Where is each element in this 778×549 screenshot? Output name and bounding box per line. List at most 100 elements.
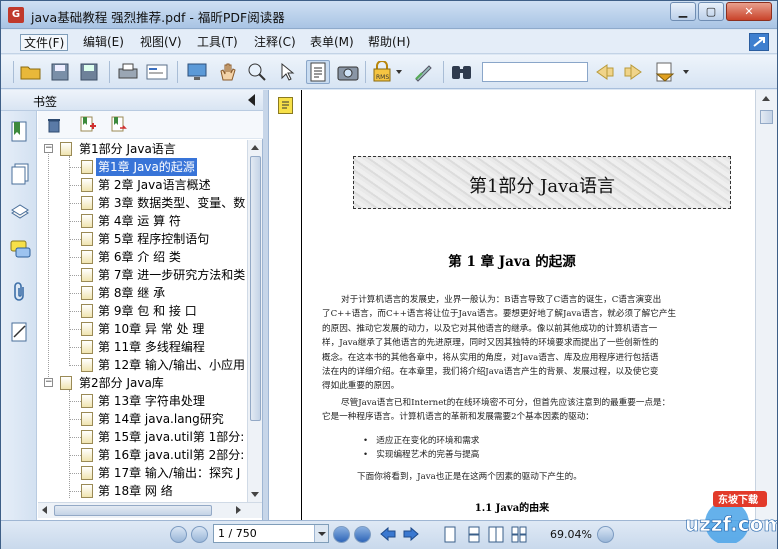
find-next-icon[interactable] <box>622 60 646 84</box>
bookmark-chapter-row[interactable]: 第 9章 包 和 接 口 <box>38 302 247 320</box>
menu-edit[interactable]: 编辑(E) <box>80 34 127 51</box>
previous-page-icon[interactable] <box>191 526 208 543</box>
note-annotation-icon[interactable] <box>278 97 293 114</box>
bookmarks-tab-icon[interactable] <box>10 121 30 143</box>
single-page-view-icon[interactable] <box>442 526 458 543</box>
print-icon[interactable] <box>116 60 140 84</box>
bookmark-label: 第 3章 数据类型、变量、数 <box>98 196 246 210</box>
bookmark-chapter-row[interactable]: 第 2章 Java语言概述 <box>38 176 247 194</box>
zoom-select-icon[interactable] <box>245 60 269 84</box>
fullscreen-toggle-icon[interactable] <box>749 33 769 51</box>
bookmark-tree: − 第1部分 Java语言 第1章 Java的起源第 2章 Java语言概述第 3章… <box>38 140 247 502</box>
scroll-thumb[interactable] <box>760 110 773 124</box>
rms-lock-icon[interactable]: RMS <box>370 60 394 84</box>
bookmark-icon <box>81 412 93 426</box>
chapter-title: 第 1 章 Java 的起源 <box>448 254 576 270</box>
delete-bookmark-icon[interactable] <box>47 117 61 136</box>
bookmark-chapter-row[interactable]: 第 11章 多线程编程 <box>38 338 247 356</box>
bookmark-chapter-row[interactable]: 第 17章 输入/输出：探究 J <box>38 464 247 482</box>
facing-view-icon[interactable] <box>488 526 504 543</box>
maximize-button[interactable]: ▢ <box>698 2 724 21</box>
zoom-out-icon[interactable] <box>597 526 614 543</box>
bookmark-chapter-row[interactable]: 第 15章 java.util第 1部分: <box>38 428 247 446</box>
save-icon[interactable] <box>48 60 72 84</box>
save-as-icon[interactable] <box>77 60 101 84</box>
next-page-icon[interactable] <box>333 526 350 543</box>
chevron-down-icon[interactable] <box>683 70 689 74</box>
scroll-left-arrow-icon[interactable] <box>42 506 47 514</box>
menu-file[interactable]: 文件(F) <box>20 34 69 51</box>
page-number-field[interactable]: 1 / 750 <box>213 524 329 543</box>
go-back-icon[interactable] <box>379 526 397 545</box>
add-bookmark-icon[interactable] <box>80 116 96 135</box>
attachments-tab-icon[interactable] <box>10 281 30 303</box>
scroll-thumb[interactable] <box>250 156 261 421</box>
bookmark-chapter-row[interactable]: 第 10章 异 常 处 理 <box>38 320 247 338</box>
document-view[interactable]: 第1部分 Java语言 第 1 章 Java 的起源 对于计算机语言的发展史，业… <box>269 90 755 520</box>
close-button[interactable]: ✕ <box>726 2 772 21</box>
bookmark-chapter-row[interactable]: 第 5章 程序控制语句 <box>38 230 247 248</box>
scroll-thumb[interactable] <box>54 505 212 516</box>
bookmark-chapter-row[interactable]: 第 13章 字符串处理 <box>38 392 247 410</box>
fullscreen-monitor-icon[interactable] <box>185 60 209 84</box>
select-text-icon[interactable] <box>306 60 330 84</box>
search-options-icon[interactable] <box>653 60 677 84</box>
first-page-icon[interactable] <box>170 526 187 543</box>
bookmark-chapter-row[interactable]: 第1章 Java的起源 <box>38 158 247 176</box>
last-page-icon[interactable] <box>354 526 371 543</box>
bookmark-chapter-row[interactable]: 第 8章 继 承 <box>38 284 247 302</box>
open-folder-icon[interactable] <box>19 60 43 84</box>
comments-tab-icon[interactable] <box>10 239 31 261</box>
scroll-down-arrow-icon[interactable] <box>251 492 259 497</box>
menu-view[interactable]: 视图(V) <box>137 34 185 51</box>
bookmark-chapter-row[interactable]: 第 12章 输入/输出、小应用 <box>38 356 247 374</box>
bookmark-vertical-scrollbar[interactable] <box>247 140 262 502</box>
zoom-level[interactable]: 69.04% <box>550 528 592 541</box>
minimize-button[interactable]: ▁ <box>670 2 696 21</box>
properties-icon[interactable] <box>145 60 169 84</box>
add-child-bookmark-icon[interactable] <box>111 116 127 135</box>
bookmark-part-row[interactable]: − 第2部分 Java库 <box>38 374 247 392</box>
bookmark-chapter-row[interactable]: 第 14章 java.lang研究 <box>38 410 247 428</box>
sign-pen-icon[interactable] <box>412 60 436 84</box>
bookmark-part-row[interactable]: − 第1部分 Java语言 <box>38 140 247 158</box>
continuous-facing-view-icon[interactable] <box>511 526 527 543</box>
scroll-right-arrow-icon[interactable] <box>236 506 241 514</box>
bookmark-label: 第1章 Java的起源 <box>96 158 197 176</box>
layers-tab-icon[interactable] <box>10 201 30 223</box>
find-previous-icon[interactable] <box>592 60 616 84</box>
bookmark-chapter-row[interactable]: 第 3章 数据类型、变量、数 <box>38 194 247 212</box>
menu-comment[interactable]: 注释(C) <box>251 34 299 51</box>
scroll-up-arrow-icon[interactable] <box>251 145 259 150</box>
bookmark-chapter-row[interactable]: 第 4章 运 算 符 <box>38 212 247 230</box>
collapse-panel-icon[interactable] <box>248 94 255 106</box>
bullet-item: • 适应正在变化的环境和需求 <box>363 436 480 446</box>
menu-form[interactable]: 表单(M) <box>307 34 357 51</box>
bookmark-chapter-row[interactable]: 第 6章 介 绍 类 <box>38 248 247 266</box>
bookmark-label: 第 7章 进一步研究方法和类 <box>98 268 246 282</box>
pages-tab-icon[interactable] <box>10 163 30 185</box>
bookmark-chapter-row[interactable]: 第 16章 java.util第 2部分: <box>38 446 247 464</box>
bookmark-label: 第 13章 字符串处理 <box>98 394 205 408</box>
chevron-down-icon[interactable] <box>314 525 328 542</box>
bookmark-label: 第 10章 异 常 处 理 <box>98 322 205 336</box>
go-forward-icon[interactable] <box>402 526 420 545</box>
menu-tools[interactable]: 工具(T) <box>194 34 241 51</box>
part-banner: 第1部分 Java语言 <box>353 156 731 209</box>
document-vertical-scrollbar[interactable] <box>755 90 777 520</box>
bookmark-chapter-row[interactable]: 第 7章 进一步研究方法和类 <box>38 266 247 284</box>
signatures-tab-icon[interactable] <box>10 321 30 343</box>
continuous-view-icon[interactable] <box>466 526 482 543</box>
bookmark-chapter-row[interactable]: 第 18章 网 络 <box>38 482 247 500</box>
snapshot-camera-icon[interactable] <box>336 60 360 84</box>
collapse-toggle-icon[interactable]: − <box>44 144 53 153</box>
scroll-up-arrow-icon[interactable] <box>762 96 770 101</box>
find-binoculars-icon[interactable] <box>450 60 474 84</box>
search-input[interactable] <box>482 62 588 82</box>
menu-help[interactable]: 帮助(H) <box>365 34 413 51</box>
collapse-toggle-icon[interactable]: − <box>44 378 53 387</box>
hand-tool-icon[interactable] <box>215 60 239 84</box>
chevron-down-icon[interactable] <box>396 70 402 74</box>
bookmark-horizontal-scrollbar[interactable] <box>38 502 262 518</box>
select-arrow-icon[interactable] <box>275 60 299 84</box>
